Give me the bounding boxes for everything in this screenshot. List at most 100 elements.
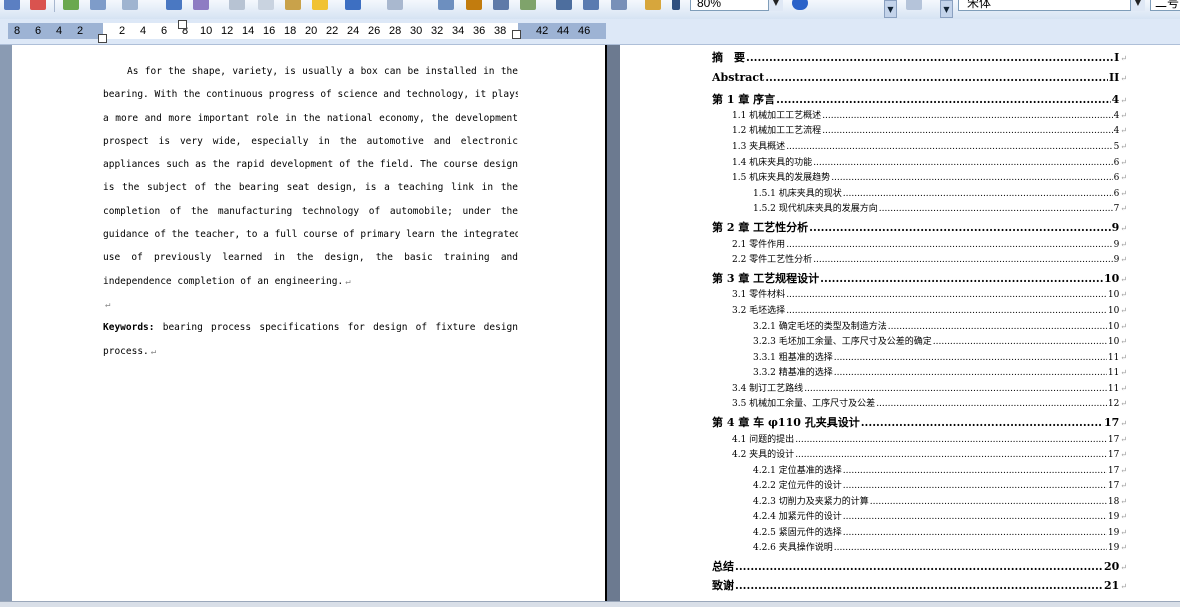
style-icon[interactable] [122, 0, 138, 10]
drawing-icon[interactable] [466, 0, 482, 10]
toc-entry[interactable]: 3.3.2 精基准的选择 11↵ [753, 365, 1127, 378]
paragraph-mark: ↵ [1120, 240, 1127, 249]
font-name-dropdown-arrow[interactable]: ▼ [1130, 0, 1145, 11]
pointer-icon[interactable] [672, 0, 680, 10]
toc-entry[interactable]: 4.2.1 定位基准的选择 17↵ [753, 463, 1127, 476]
toc-dot-leader [786, 306, 1107, 316]
horizontal-scrollbar[interactable] [0, 601, 1180, 607]
toc-dot-leader [861, 416, 1103, 429]
toc-entry[interactable]: 4.2.6 夹具操作说明 19↵ [753, 540, 1127, 553]
toc-entry-page: 9 [1113, 255, 1120, 265]
toc-dot-leader [831, 173, 1112, 183]
cut-icon[interactable] [229, 0, 245, 10]
toc-entry[interactable]: 2.1 零件作用 9↵ [732, 237, 1127, 250]
left-indent-marker[interactable] [98, 34, 107, 43]
toc-entry[interactable]: 4.2.2 定位元件的设计 17↵ [753, 478, 1127, 491]
toc-entry[interactable]: 1.3 夹具概述 5↵ [732, 139, 1127, 152]
spelling-check-icon[interactable] [166, 0, 182, 10]
chart-icon[interactable] [583, 0, 599, 10]
toc-entry-title: 3.2 毛坯选择 [732, 306, 786, 316]
research-icon[interactable] [193, 0, 209, 10]
toc-entry[interactable]: 1.5.1 机床夹具的现状 6↵ [753, 186, 1127, 199]
toc-entry[interactable]: 4.1 问题的提出 17↵ [732, 432, 1127, 445]
toc-entry[interactable]: 3.2.1 确定毛坯的类型及制造方法 10↵ [753, 319, 1127, 332]
abstract-last-line: independence completion of an engineerin… [103, 273, 518, 296]
toc-entry[interactable]: 4.2.3 切削力及夹紧力的计算 18↵ [753, 494, 1127, 507]
toc-dot-leader [786, 240, 1112, 250]
toc-entry[interactable]: 1.1 机械加工工艺概述 4↵ [732, 108, 1127, 121]
keywords-text: bearing process specifications for desig… [154, 322, 518, 334]
toc-entry-title: 1.4 机床夹具的功能 [732, 158, 813, 168]
toc-entry[interactable]: 1.5 机床夹具的发展趋势 6↵ [732, 170, 1127, 183]
save-icon[interactable] [63, 0, 79, 10]
font-name-combobox[interactable]: 宋体 [958, 0, 1144, 11]
toc-entry[interactable]: 4.2.4 加紧元件的设计 19↵ [753, 509, 1127, 522]
toolbar-options-button-2[interactable]: ▼ [940, 0, 953, 18]
toc-entry[interactable]: 3.2 毛坯选择 10↵ [732, 303, 1127, 316]
toc-entry-title: 3.1 零件材料 [732, 290, 786, 300]
right-indent-marker[interactable] [512, 30, 521, 39]
toc-dot-leader [933, 337, 1107, 347]
toc-entry[interactable]: 摘 要 I↵ [712, 49, 1127, 65]
toc-entry[interactable]: 第 3 章 工艺规程设计 10↵ [712, 270, 1127, 286]
format-painter-icon[interactable] [312, 0, 328, 10]
undo-icon[interactable] [345, 0, 361, 10]
new-document-icon[interactable] [4, 0, 20, 10]
paragraph-mark: ↵ [1120, 111, 1127, 120]
toc-entry-title: 1.2 机械加工工艺流程 [732, 126, 822, 136]
toc-entry-page: 9 [1113, 240, 1120, 250]
toc-entry-page: 10 [1107, 290, 1120, 300]
toc-dot-leader [879, 204, 1113, 214]
toc-entry[interactable]: 4.2 夹具的设计 17↵ [732, 447, 1127, 460]
toc-entry[interactable]: 3.4 制订工艺路线 11↵ [732, 381, 1127, 394]
toc-entry[interactable]: 致谢 21↵ [712, 577, 1127, 593]
keywords-line-2: process. ↵ [103, 343, 518, 366]
paste-icon[interactable] [285, 0, 301, 10]
toc-entry[interactable]: 第 1 章 序言 4↵ [712, 91, 1127, 107]
help-icon[interactable] [792, 0, 808, 10]
styles-pane-icon[interactable] [906, 0, 922, 10]
toc-entry[interactable]: 1.4 机床夹具的功能 6↵ [732, 155, 1127, 168]
toc-entry[interactable]: 1.5.2 现代机床夹具的发展方向 7↵ [753, 201, 1127, 214]
toc-entry[interactable]: 第 4 章 车 φ110 孔夹具设计 17↵ [712, 414, 1127, 430]
show-hide-icon[interactable] [645, 0, 661, 10]
toc-entry[interactable]: 2.2 零件工艺性分析 9↵ [732, 252, 1127, 265]
toc-entry[interactable]: 第 2 章 工艺性分析 9↵ [712, 219, 1127, 235]
toc-entry[interactable]: 1.2 机械加工工艺流程 4↵ [732, 123, 1127, 136]
toc-dot-leader [776, 93, 1110, 106]
toc-entry-page: 10 [1107, 337, 1120, 347]
toc-dot-leader [876, 399, 1107, 409]
ruler-number: 12 [221, 25, 234, 37]
redo-icon[interactable] [387, 0, 403, 10]
zoom-value: 80% [697, 0, 722, 10]
columns-icon[interactable] [556, 0, 572, 10]
abstract-paragraph[interactable]: As for the shape, variety, is usually a … [103, 63, 518, 366]
toc-entry[interactable]: 3.5 机械加工余量、工序尺寸及公差 12↵ [732, 396, 1127, 409]
formatting-toolbar: 80% ▼ ▼ ▼ 宋体 ▼ 二号 [0, 0, 1180, 20]
open-icon[interactable] [30, 0, 46, 10]
table-icon[interactable] [493, 0, 509, 10]
document-map-icon[interactable] [611, 0, 627, 10]
zoom-dropdown-arrow[interactable]: ▼ [768, 0, 783, 11]
toc-entry[interactable]: 3.1 零件材料 10↵ [732, 287, 1127, 300]
horizontal-ruler[interactable]: 8 6 4 2 2 4 6 8 10 12 14 16 18 20 22 24 … [0, 19, 1180, 45]
toc-entry[interactable]: Abstract II↵ [712, 71, 1127, 84]
hyperlink-icon[interactable] [438, 0, 454, 10]
abstract-line: is the subject of the bearing seat desig… [103, 182, 518, 194]
paragraph-mark: ↵ [1120, 337, 1127, 346]
abstract-line: prospect is very wide, especially in the… [103, 135, 518, 147]
toc-entry[interactable]: 3.2.3 毛坯加工余量、工序尺寸及公差的确定 10↵ [753, 334, 1127, 347]
toc-dot-leader [834, 353, 1107, 363]
toc-entry[interactable]: 4.2.5 紧固元件的选择 19↵ [753, 525, 1127, 538]
abstract-line: completion of the manufacturing technolo… [103, 205, 518, 217]
first-line-indent-marker[interactable] [178, 20, 187, 29]
copy-icon[interactable] [258, 0, 274, 10]
font-size-combobox[interactable]: 二号 [1150, 0, 1180, 11]
print-preview-icon[interactable] [90, 0, 106, 10]
toc-entry[interactable]: 3.3.1 粗基准的选择 11↵ [753, 350, 1127, 363]
ruler-number: 22 [326, 25, 339, 37]
toolbar-options-button[interactable]: ▼ [884, 0, 897, 18]
toc-entry[interactable]: 总结 20↵ [712, 558, 1127, 574]
excel-table-icon[interactable] [520, 0, 536, 10]
keywords-label: Keywords: [103, 322, 155, 334]
